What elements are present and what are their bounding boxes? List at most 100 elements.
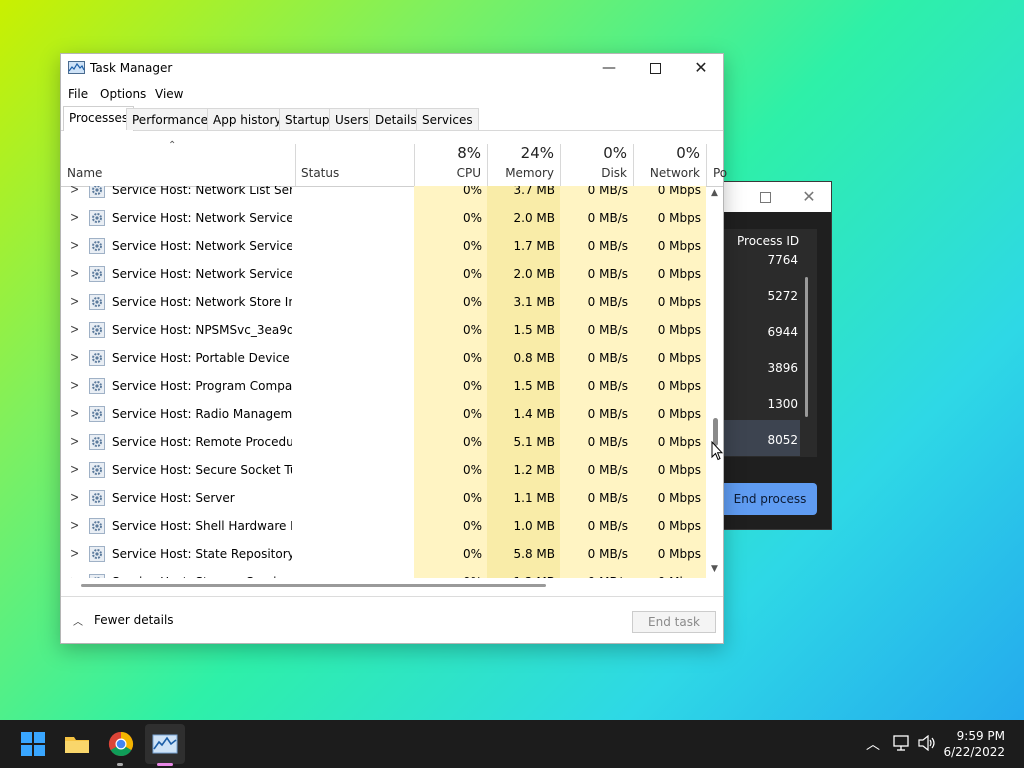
column-divider[interactable] [560,144,561,186]
column-divider[interactable] [295,144,296,186]
column-memory[interactable]: Memory [505,166,554,180]
table-row[interactable]: > Service Host: NPSMSvc_3ea9d 0% 1.5 MB 0 MB… [61,317,707,345]
gear-icon [89,406,105,422]
tab-startup[interactable]: Startup [279,108,336,130]
chevron-right-icon[interactable]: > [70,546,79,562]
column-divider[interactable] [706,144,707,186]
table-row[interactable]: > Service Host: Server 0% 1.1 MB 0 MB/s 0 Mbp… [61,485,707,513]
close-button[interactable]: ✕ [799,188,819,206]
process-list: > Service Host: Network List Service 0% 3.7… [61,186,707,578]
table-row[interactable]: > Service Host: Network Service 0% 1.7 MB 0 … [61,233,707,261]
chevron-right-icon[interactable]: > [70,434,79,450]
chevron-right-icon[interactable]: > [70,186,79,197]
network-icon[interactable] [893,735,911,751]
vertical-scrollbar[interactable]: ▲ ▼ [709,186,723,578]
chevron-right-icon[interactable]: > [70,322,79,338]
network-percent[interactable]: 0% [676,144,700,162]
menu-view[interactable]: View [155,87,183,101]
table-row[interactable]: > Service Host: Network Store Inte... 0% 3.… [61,289,707,317]
memory-percent[interactable]: 24% [521,144,554,162]
chevron-right-icon[interactable]: > [70,266,79,282]
scroll-up-icon[interactable]: ▲ [711,188,718,198]
column-divider[interactable] [487,144,488,186]
process-name: Service Host: NPSMSvc_3ea9d [112,323,292,337]
column-divider[interactable] [414,144,415,186]
gear-icon [89,350,105,366]
active-app-indicator [157,763,173,766]
table-row[interactable]: > Service Host: Remote Procedure... 0% 5.1 … [61,429,707,457]
menu-options[interactable]: Options [100,87,146,101]
table-row[interactable]: > Service Host: Portable Device En... 0% 0.… [61,345,707,373]
maximize-button[interactable] [755,188,775,206]
file-explorer-icon[interactable] [61,728,93,760]
scroll-down-icon[interactable]: ▼ [711,564,718,574]
gear-icon [89,266,105,282]
table-row[interactable]: > Service Host: Network List Service 0% 3.7… [61,186,707,205]
clock-date[interactable]: 6/22/2022 [943,745,1005,759]
column-network[interactable]: Network [650,166,700,180]
network-value: 0 Mbps [657,379,701,393]
chevron-right-icon[interactable]: > [70,350,79,366]
cpu-value: 0% [462,547,482,561]
chevron-right-icon[interactable]: > [70,406,79,422]
process-id-header[interactable]: Process ID [737,234,799,248]
running-indicator [117,763,123,766]
column-divider[interactable] [633,144,634,186]
table-row[interactable]: >Service Host: Storage Service0%1.2 MB0 … [61,569,707,578]
cpu-value: 0% [462,407,482,421]
menu-file[interactable]: File [68,87,88,101]
maximize-icon [759,192,771,203]
table-row[interactable]: > Service Host: Network Service 0% 2.0 MB 0 … [61,205,707,233]
tab-users[interactable]: Users [329,108,375,130]
clock-time[interactable]: 9:59 PM [957,729,1005,743]
table-row[interactable]: > Service Host: State Repository S... 0% 5.… [61,541,707,569]
tab-details[interactable]: Details [369,108,423,130]
title-bar[interactable]: Task Manager — ✕ [61,54,723,84]
tab-services[interactable]: Services [416,108,479,130]
chevron-right-icon[interactable]: > [70,294,79,310]
column-status[interactable]: Status [301,166,339,180]
table-row[interactable]: > Service Host: Shell Hardware De... 0% 1.0… [61,513,707,541]
table-row[interactable]: > Service Host: Secure Socket Tun... 0% 1.2… [61,457,707,485]
chevron-right-icon[interactable]: > [70,490,79,506]
chevron-up-icon[interactable]: ︿ [866,734,880,754]
cpu-value: 0% [462,323,482,337]
column-power[interactable]: Po [713,166,727,180]
network-value: 0 Mbps [657,295,701,309]
column-disk[interactable]: Disk [601,166,627,180]
network-value: 0 Mbps [657,267,701,281]
vertical-scrollbar[interactable] [805,277,808,417]
gear-icon [89,434,105,450]
horizontal-scrollbar[interactable] [63,578,707,592]
column-name[interactable]: Name [67,166,102,180]
chrome-icon[interactable] [105,728,137,760]
pid-value: 7764 [767,253,798,267]
close-button[interactable]: ✕ [689,58,713,78]
chevron-up-icon[interactable]: ︿ [73,613,83,628]
table-row[interactable]: > Service Host: Radio Manageme... 0% 1.4 MB… [61,401,707,429]
tab-performance[interactable]: Performance [126,108,215,130]
column-cpu[interactable]: CPU [457,166,481,180]
end-task-button[interactable]: End task [632,611,716,633]
scroll-thumb[interactable] [81,584,546,587]
end-process-button[interactable]: End process [723,483,817,515]
taskbar: ︿ 9:59 PM 6/22/2022 [0,720,1024,768]
fewer-details-link[interactable]: Fewer details [94,613,174,627]
cpu-percent[interactable]: 8% [457,144,481,162]
chevron-right-icon[interactable]: > [70,462,79,478]
tab-processes[interactable]: Processes [63,106,135,131]
disk-percent[interactable]: 0% [603,144,627,162]
chevron-right-icon[interactable]: > [70,210,79,226]
table-row[interactable]: > Service Host: Program Compati... 0% 1.5 M… [61,373,707,401]
volume-icon[interactable] [918,735,936,751]
chevron-right-icon[interactable]: > [70,378,79,394]
minimize-button[interactable]: — [597,58,621,78]
chevron-right-icon[interactable]: > [70,518,79,534]
maximize-button[interactable] [643,58,667,78]
disk-value: 0 MB/s [587,323,628,337]
tab-app-history[interactable]: App history [207,108,288,130]
start-icon[interactable] [17,728,49,760]
task-manager-icon[interactable] [149,728,181,760]
chevron-right-icon[interactable]: > [70,238,79,254]
table-row[interactable]: > Service Host: Network Service 0% 2.0 MB 0 … [61,261,707,289]
